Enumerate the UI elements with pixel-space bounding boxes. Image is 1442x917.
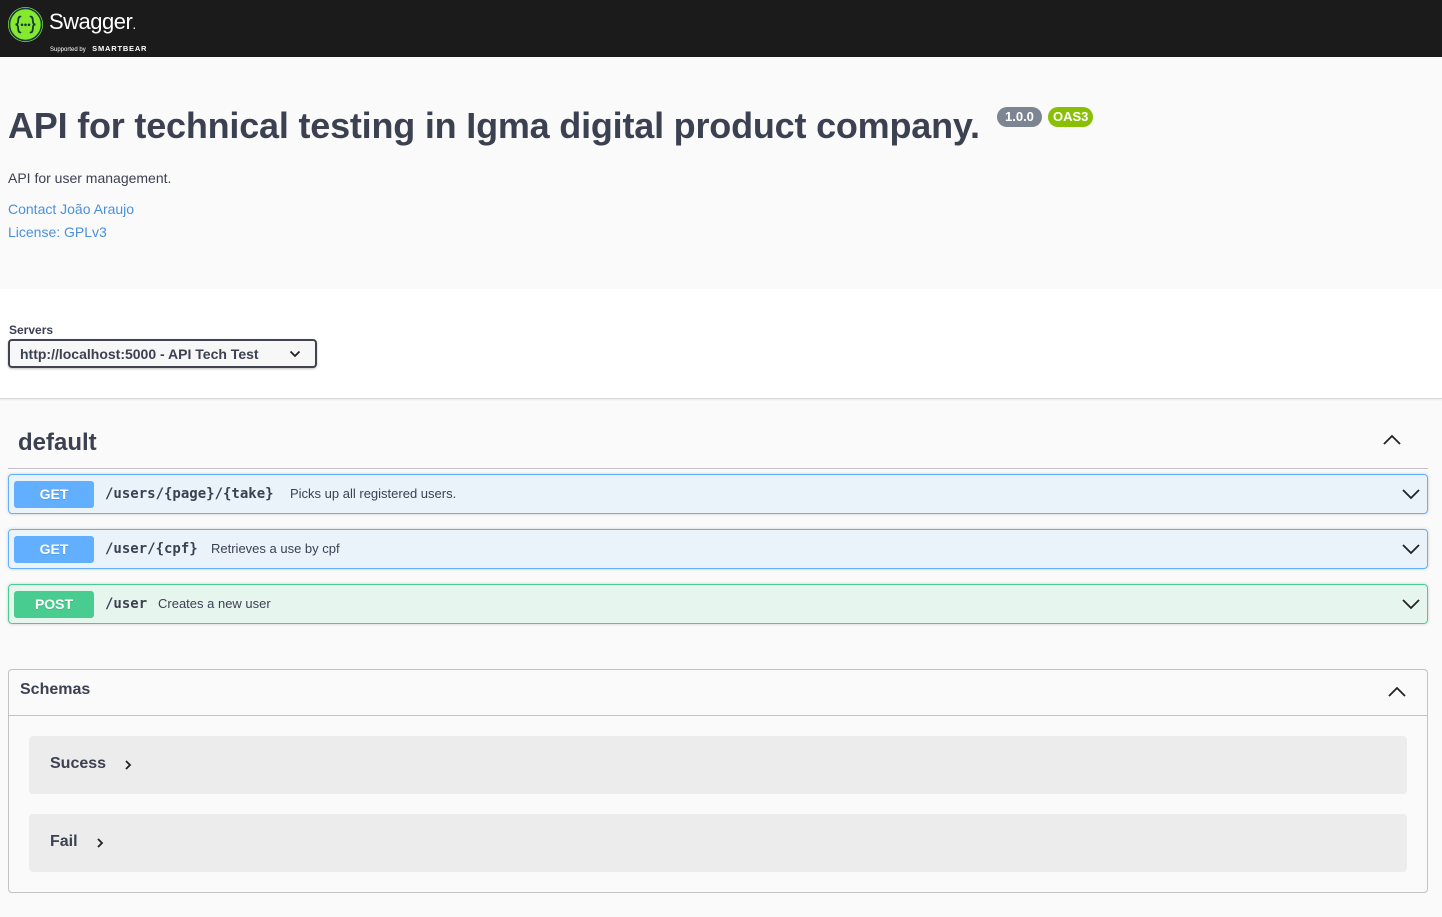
operation-post-user[interactable]: POST /user Creates a new user — [8, 584, 1428, 624]
brand-name-text: Swagger — [49, 9, 133, 34]
method-badge: POST — [14, 591, 94, 618]
operation-summary: Creates a new user — [158, 596, 271, 611]
servers-label: Servers — [9, 323, 54, 337]
tag-title: default — [18, 429, 97, 456]
version-badge: 1.0.0 — [997, 107, 1042, 127]
method-badge: GET — [14, 481, 94, 508]
operation-path: /user — [105, 596, 148, 612]
operation-summary: Picks up all registered users. — [290, 486, 457, 501]
model-name: Fail — [50, 833, 78, 850]
model-sucess[interactable]: Sucess — [29, 736, 1407, 794]
chevron-down-icon[interactable] — [1401, 597, 1421, 611]
api-title: API for technical testing in Igma digita… — [8, 105, 980, 146]
schemas-title: Schemas — [20, 681, 91, 698]
brand-subtitle: Supported by SMARTBEAR — [50, 38, 147, 56]
chevron-right-icon — [97, 838, 104, 848]
topbar: Swagger. Supported by SMARTBEAR — [0, 0, 1442, 57]
model-name: Sucess — [50, 755, 107, 772]
servers-section: Servers http://localhost:5000 - API Tech… — [0, 289, 1442, 399]
schemas-section: Schemas Sucess Fail — [8, 669, 1428, 893]
brand-name: Swagger. — [49, 9, 136, 35]
swagger-braces-icon — [8, 7, 43, 42]
chevron-down-icon[interactable] — [1401, 542, 1421, 556]
chevron-up-icon — [1383, 434, 1401, 445]
chevron-down-icon[interactable] — [1401, 487, 1421, 501]
chevron-down-icon — [289, 350, 301, 358]
api-description: API for user management. — [8, 170, 172, 186]
supporter-name: SMARTBEAR — [92, 44, 148, 53]
operation-path: /user/{cpf} — [105, 541, 198, 557]
oas-badge: OAS3 — [1048, 107, 1094, 127]
license-link[interactable]: License: GPLv3 — [8, 224, 107, 240]
servers-selected-value: http://localhost:5000 - API Tech Test — [20, 346, 259, 362]
operation-get-users[interactable]: GET /users/{page}/{take} Picks up all re… — [8, 474, 1428, 514]
tag-header-default[interactable]: default — [8, 417, 1428, 469]
chevron-up-icon — [1388, 686, 1406, 697]
operation-path: /users/{page}/{take} — [105, 486, 274, 502]
operation-summary: Retrieves a use by cpf — [211, 541, 340, 556]
method-badge: GET — [14, 536, 94, 563]
model-fail[interactable]: Fail — [29, 814, 1407, 872]
servers-select[interactable]: http://localhost:5000 - API Tech Test — [8, 339, 317, 368]
supported-by-label: Supported by — [50, 47, 86, 53]
schemas-header[interactable]: Schemas — [9, 670, 1427, 716]
chevron-right-icon — [125, 760, 132, 770]
info-section: API for technical testing in Igma digita… — [0, 57, 1442, 289]
contact-link[interactable]: Contact João Araujo — [8, 201, 134, 217]
brand-dot: . — [132, 16, 136, 32]
operation-get-user-cpf[interactable]: GET /user/{cpf} Retrieves a use by cpf — [8, 529, 1428, 569]
